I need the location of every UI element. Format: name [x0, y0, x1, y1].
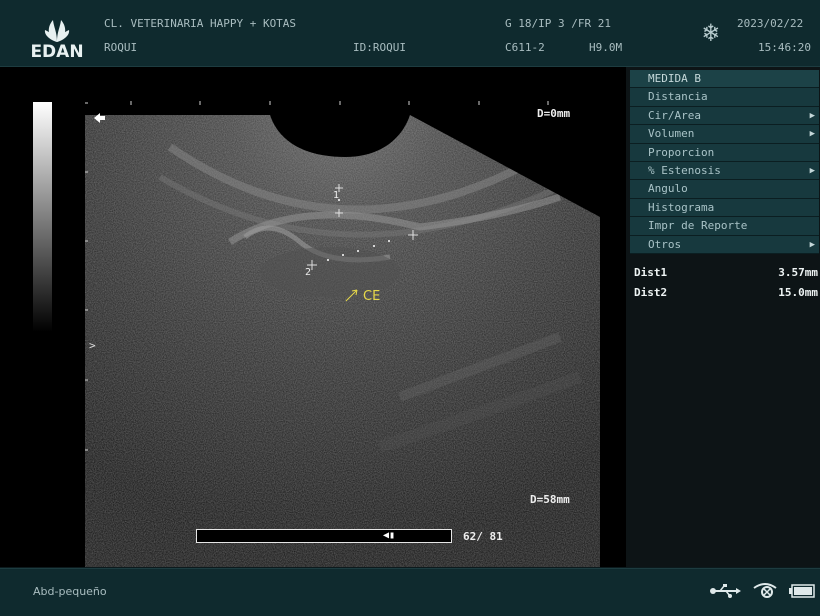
exam-date: 2023/02/22	[737, 17, 804, 30]
menu-item-label: % Estenosis	[648, 163, 721, 177]
snowflake-icon[interactable]: ❄	[703, 20, 719, 46]
menu-item-histograma[interactable]: Histograma	[630, 198, 819, 218]
cine-playhead-icon[interactable]: ◀▮	[383, 531, 395, 541]
menu-item-impr-reporte[interactable]: Impr de Reporte	[630, 217, 819, 236]
menu-item-estenosis[interactable]: % Estenosis ▶	[630, 161, 819, 181]
caliper-2-label: 2	[305, 267, 312, 278]
focus-marker: >	[89, 339, 96, 352]
exam-time: 15:46:20	[758, 41, 811, 54]
menu-item-label: Angulo	[648, 182, 688, 196]
measurement-label: Dist1	[634, 266, 668, 279]
chevron-right-icon: ▶	[809, 165, 815, 176]
patient-name: ROQUI	[104, 41, 138, 54]
measurement-results: Dist1 3.57mm Dist2 15.0mm	[630, 262, 820, 302]
patient-id: ID:ROQUI	[353, 41, 406, 54]
clinic-name: CL. VETERINARIA HAPPY + KOTAS	[104, 17, 297, 30]
annotation-text[interactable]: CE	[363, 289, 380, 304]
cine-frame-counter: 62/ 81	[463, 530, 503, 543]
top-bar: EDAN CL. VETERINARIA HAPPY + KOTAS ROQUI…	[0, 0, 820, 67]
measure-menu: MEDIDA B Distancia Cir/Area ▶ Volumen ▶ Pr…	[630, 70, 819, 254]
menu-item-distancia[interactable]: Distancia	[630, 88, 819, 107]
probe-model: C611-2	[505, 41, 545, 54]
edan-logo: EDAN	[20, 18, 94, 62]
menu-item-cir-area[interactable]: Cir/Area ▶	[630, 106, 819, 126]
menu-item-label: Impr de Reporte	[648, 219, 748, 233]
measurement-label: Dist2	[634, 286, 668, 299]
imaging-params: G 18/IP 3 /FR 21	[505, 17, 611, 30]
measurement-value: 15.0mm	[778, 286, 818, 299]
battery-icon	[789, 584, 815, 598]
leaf-logo-icon	[44, 20, 70, 42]
bottom-bar: Abd-pequeño	[0, 568, 820, 616]
menu-item-label: Histograma	[648, 200, 715, 214]
menu-item-label: Cir/Area	[648, 108, 701, 122]
chevron-right-icon: ▶	[809, 129, 815, 140]
measurement-row: Dist2 15.0mm	[630, 282, 820, 302]
menu-item-proporcion[interactable]: Proporcion	[630, 143, 819, 162]
measurement-row: Dist1 3.57mm	[630, 262, 820, 282]
menu-item-label: Distancia	[648, 90, 708, 104]
menu-item-otros[interactable]: Otros ▶	[630, 235, 819, 254]
chevron-right-icon: ▶	[809, 110, 815, 121]
menu-title: MEDIDA B	[630, 70, 819, 89]
depth-top-label: D=0mm	[537, 107, 571, 120]
depth-bottom-label: D=58mm	[530, 493, 570, 506]
ultrasound-scan	[33, 101, 600, 567]
menu-item-label: Proporcion	[648, 145, 715, 159]
exam-preset[interactable]: Abd-pequeño	[33, 585, 107, 598]
menu-item-angulo[interactable]: Angulo	[630, 180, 819, 199]
measurement-value: 3.57mm	[778, 266, 818, 279]
usb-icon	[710, 584, 741, 598]
ultrasound-image[interactable]: 1 2 CE D=0mm D=58mm > ◀▮ 62/ 81	[0, 67, 626, 567]
menu-item-label: Otros	[648, 237, 682, 251]
caliper-1-label: 1	[333, 190, 340, 201]
menu-item-volumen[interactable]: Volumen ▶	[630, 125, 819, 144]
network-icon	[753, 583, 777, 598]
brand-name: EDAN	[30, 42, 84, 62]
menu-item-label: Volumen	[648, 127, 695, 141]
probe-frequency: H9.0M	[589, 41, 623, 54]
chevron-right-icon: ▶	[809, 239, 815, 250]
cine-progress-bar[interactable]: ◀▮	[196, 529, 452, 543]
